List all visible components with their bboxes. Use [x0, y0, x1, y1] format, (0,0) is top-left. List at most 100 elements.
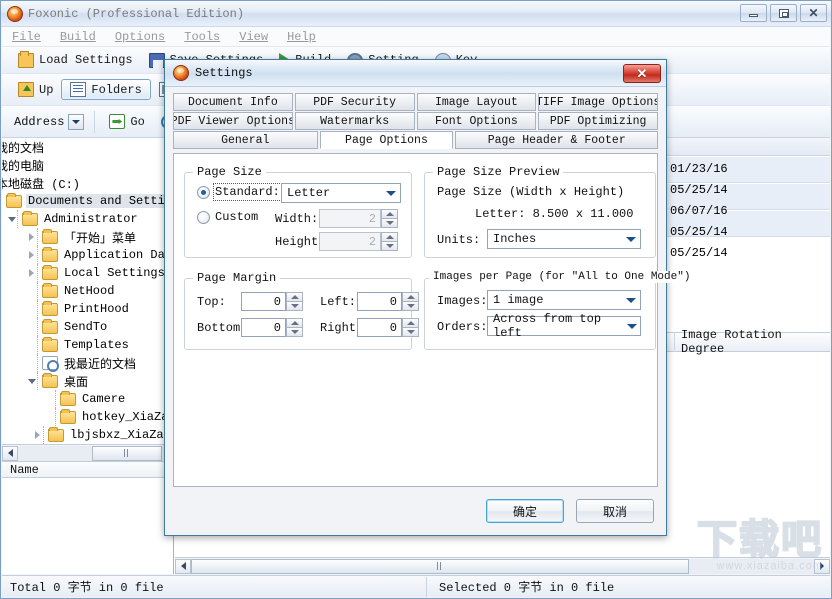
spin-up-icon[interactable] — [381, 232, 398, 241]
scrollbar-track[interactable] — [18, 445, 173, 461]
up-button[interactable]: Up — [10, 80, 61, 99]
spin-down-icon[interactable] — [402, 327, 419, 337]
tree-item-sendto[interactable]: SendTo — [2, 318, 173, 336]
spin-down-icon[interactable] — [381, 241, 398, 251]
scroll-left-arrow-icon[interactable] — [175, 558, 191, 574]
tree-item-hotkey-xiazaib[interactable]: hotkey_XiaZaiB — [2, 408, 173, 426]
tab-pdf-viewer-options[interactable]: PDF Viewer Options — [173, 112, 293, 130]
dialog-close-button[interactable]: ✕ — [623, 64, 661, 83]
orders-combo[interactable]: Across from top left — [487, 312, 641, 340]
chevron-down-icon[interactable] — [625, 323, 638, 329]
spin-up-icon[interactable] — [402, 318, 419, 327]
tab-font-options[interactable]: Font Options — [416, 112, 537, 130]
custom-radio-row[interactable]: Custom — [197, 210, 258, 224]
menu-file[interactable]: File — [10, 29, 49, 45]
custom-radio[interactable] — [197, 210, 210, 224]
file-list-horizontal-scrollbar[interactable] — [175, 557, 830, 574]
tab-watermarks[interactable]: Watermarks — [294, 112, 415, 130]
tree-item-printhood[interactable]: PrintHood — [2, 300, 173, 318]
margin-left-spinner[interactable] — [402, 292, 419, 311]
margin-bottom-input[interactable]: 0 — [241, 318, 286, 337]
tree-item-camere[interactable]: Camere — [2, 390, 173, 408]
expander-collapsed-icon[interactable] — [26, 250, 37, 261]
column-header-name[interactable]: Name — [2, 463, 39, 477]
tree-horizontal-scrollbar[interactable] — [2, 444, 173, 461]
expander-collapsed-icon[interactable] — [26, 268, 37, 279]
column-header-image-rotation-degree[interactable]: Image Rotation Degree — [675, 328, 830, 356]
address-combo[interactable]: Address — [10, 112, 88, 132]
images-combo[interactable]: 1 image — [487, 290, 641, 310]
maximize-button[interactable] — [770, 4, 797, 22]
scrollbar-track[interactable] — [191, 558, 814, 574]
expander-collapsed-icon[interactable] — [26, 232, 37, 243]
ok-button[interactable]: 确定 — [486, 499, 564, 523]
height-spinner[interactable] — [381, 232, 398, 251]
tree-item-lbjsbxz-xiazai[interactable]: lbjsbxz_XiaZai — [2, 426, 173, 444]
spin-down-icon[interactable] — [381, 218, 398, 228]
margin-top-spinner[interactable] — [286, 292, 303, 311]
tree-item-desktop[interactable]: 桌面 — [2, 372, 173, 390]
spin-up-icon[interactable] — [381, 209, 398, 218]
tab-page-options[interactable]: Page Options — [319, 131, 454, 149]
standard-radio[interactable] — [197, 185, 210, 199]
width-input[interactable]: 2 — [319, 209, 381, 228]
height-input[interactable]: 2 — [319, 232, 381, 251]
tree-item-templates[interactable]: Templates — [2, 336, 173, 354]
cancel-button[interactable]: 取消 — [576, 499, 654, 523]
spin-down-icon[interactable] — [286, 301, 303, 311]
spin-down-icon[interactable] — [402, 301, 419, 311]
spin-up-icon[interactable] — [286, 318, 303, 327]
margin-top-stepper[interactable]: 0 — [241, 292, 303, 311]
scroll-right-arrow-icon[interactable] — [814, 558, 830, 574]
margin-bottom-stepper[interactable]: 0 — [241, 318, 303, 337]
chevron-down-icon[interactable] — [624, 236, 638, 242]
tree-item-local-settings[interactable]: Local Settings — [2, 264, 173, 282]
tree-item-administrator[interactable]: Administrator — [2, 210, 173, 228]
go-button[interactable]: Go — [101, 112, 152, 131]
scrollbar-thumb[interactable] — [92, 445, 163, 461]
expander-collapsed-icon[interactable] — [32, 430, 43, 441]
chevron-down-icon[interactable] — [68, 113, 85, 130]
tab-general[interactable]: General — [173, 131, 318, 149]
tree-item-my-computer[interactable]: 我的电脑 — [2, 156, 173, 174]
standard-page-size-combo[interactable]: Letter — [281, 183, 401, 203]
tab-pdf-optimizing[interactable]: PDF Optimizing — [538, 112, 658, 130]
tab-document-info[interactable]: Document Info — [173, 93, 293, 111]
margin-right-input[interactable]: 0 — [357, 318, 402, 337]
spin-down-icon[interactable] — [286, 327, 303, 337]
menu-options[interactable]: Options — [113, 29, 173, 45]
chevron-down-icon[interactable] — [384, 190, 398, 196]
scrollbar-thumb[interactable] — [191, 558, 690, 574]
tree-item-recent-documents[interactable]: 我最近的文档 — [2, 354, 173, 372]
expander-expanded-icon[interactable] — [6, 214, 17, 225]
tab-pdf-security[interactable]: PDF Security — [294, 93, 415, 111]
spin-up-icon[interactable] — [286, 292, 303, 301]
spin-up-icon[interactable] — [402, 292, 419, 301]
margin-right-stepper[interactable]: 0 — [357, 318, 419, 337]
standard-radio-row[interactable]: Standard: — [197, 183, 282, 201]
menu-view[interactable]: View — [237, 29, 276, 45]
menu-tools[interactable]: Tools — [182, 29, 228, 45]
load-settings-button[interactable]: Load Settings — [10, 50, 141, 70]
tab-page-header-footer[interactable]: Page Header & Footer — [455, 131, 658, 149]
tree-item-my-documents[interactable]: 我的文档 — [2, 138, 173, 156]
height-stepper[interactable]: 2 — [319, 232, 398, 251]
width-stepper[interactable]: 2 — [319, 209, 398, 228]
margin-right-spinner[interactable] — [402, 318, 419, 337]
width-spinner[interactable] — [381, 209, 398, 228]
minimize-button[interactable] — [740, 4, 767, 22]
tree-item-documents-and-settings[interactable]: Documents and Settings — [2, 192, 173, 210]
margin-left-input[interactable]: 0 — [357, 292, 402, 311]
folder-tree[interactable]: 我的文档 我的电脑 本地磁盘 (C:) Documents and Settin… — [2, 138, 173, 444]
close-button[interactable]: ✕ — [800, 4, 827, 22]
tree-item-nethood[interactable]: NetHood — [2, 282, 173, 300]
tree-item-local-disk-c[interactable]: 本地磁盘 (C:) — [2, 174, 173, 192]
chevron-down-icon[interactable] — [624, 297, 638, 303]
scroll-left-arrow-icon[interactable] — [2, 445, 18, 461]
units-combo[interactable]: Inches — [487, 229, 641, 249]
folders-toggle-button[interactable]: Folders — [61, 79, 151, 100]
menu-build[interactable]: Build — [58, 29, 104, 45]
margin-bottom-spinner[interactable] — [286, 318, 303, 337]
expander-expanded-icon[interactable] — [26, 376, 37, 387]
margin-top-input[interactable]: 0 — [241, 292, 286, 311]
